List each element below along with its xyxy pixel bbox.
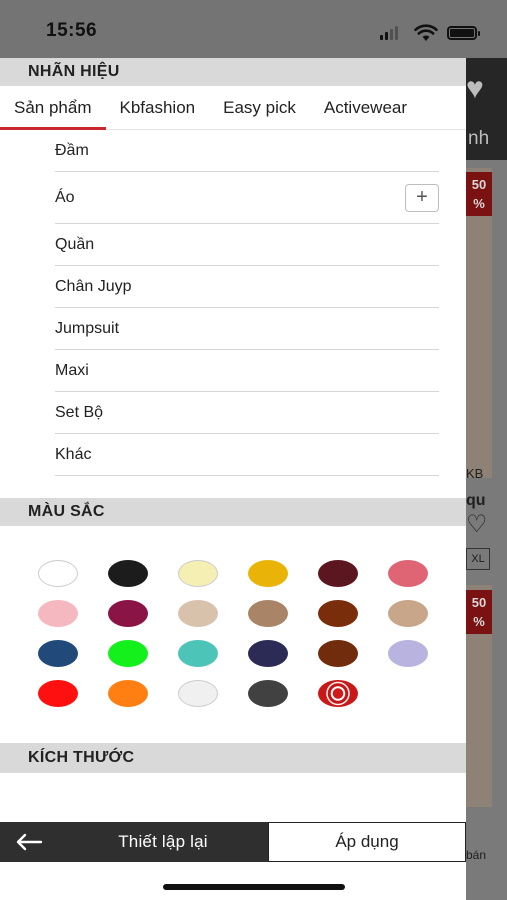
background-product-title: qu bbox=[466, 492, 486, 509]
reset-button[interactable]: Thiết lập lại bbox=[58, 822, 268, 862]
category-item-dam[interactable]: Đầm bbox=[55, 130, 439, 172]
discount-badge-unit: % bbox=[473, 196, 485, 211]
brand-section-header: NHÃN HIỆU bbox=[0, 58, 466, 86]
category-label: Jumpsuit bbox=[55, 319, 120, 337]
category-label: Maxi bbox=[55, 361, 89, 379]
color-section-header: MÀU SẮC bbox=[0, 498, 466, 526]
discount-badge-value: 50 bbox=[471, 177, 487, 192]
background-footer-text: bán bbox=[466, 848, 487, 862]
category-label: Khác bbox=[55, 445, 92, 463]
color-swatch[interactable] bbox=[248, 680, 288, 707]
color-swatch[interactable] bbox=[248, 640, 288, 667]
color-swatch[interactable] bbox=[38, 680, 78, 707]
tab-san-pham[interactable]: Sản phẩm bbox=[0, 86, 106, 130]
discount-badge-value: 50 bbox=[471, 595, 487, 610]
category-label: Chân Juyp bbox=[55, 277, 132, 295]
category-item-chan-juyp[interactable]: Chân Juyp bbox=[55, 266, 439, 308]
color-swatch[interactable] bbox=[108, 600, 148, 627]
color-swatch[interactable] bbox=[388, 600, 428, 627]
color-swatch[interactable] bbox=[178, 680, 218, 707]
battery-icon bbox=[447, 26, 480, 40]
expand-plus-icon[interactable]: + bbox=[405, 183, 439, 212]
discount-badge: 50 % bbox=[466, 590, 492, 634]
category-label: Áo bbox=[55, 188, 75, 206]
color-swatch[interactable] bbox=[318, 680, 358, 707]
background-product-brand: KB bbox=[466, 466, 484, 481]
color-swatch[interactable] bbox=[178, 640, 218, 667]
apply-button[interactable]: Áp dụng bbox=[268, 822, 466, 862]
background-size-tag: XL bbox=[466, 548, 490, 570]
category-item-set-bo[interactable]: Set Bộ bbox=[55, 392, 439, 434]
category-item-khac[interactable]: Khác bbox=[55, 434, 439, 476]
tab-activewear[interactable]: Activewear bbox=[310, 86, 421, 129]
filter-action-bar: Thiết lập lại Áp dụng bbox=[0, 822, 466, 862]
color-swatch[interactable] bbox=[38, 640, 78, 667]
status-time: 15:56 bbox=[46, 20, 98, 41]
wifi-icon bbox=[414, 24, 438, 41]
category-item-ao[interactable]: Áo + bbox=[55, 172, 439, 224]
heart-outline-icon: ♡ bbox=[466, 511, 488, 538]
category-label: Quần bbox=[55, 235, 95, 253]
color-swatch[interactable] bbox=[388, 560, 428, 587]
color-swatch[interactable] bbox=[108, 680, 148, 707]
category-item-jumpsuit[interactable]: Jumpsuit bbox=[55, 308, 439, 350]
category-label: Đầm bbox=[55, 141, 89, 159]
category-label: Set Bộ bbox=[55, 403, 104, 421]
color-swatch-grid bbox=[0, 526, 466, 707]
color-swatch[interactable] bbox=[108, 640, 148, 667]
filter-panel: NHÃN HIỆU Sản phẩm Kbfashion Easy pick A… bbox=[0, 58, 466, 900]
background-header-text: nh bbox=[468, 128, 490, 149]
arrow-left-icon bbox=[16, 833, 43, 851]
category-list: Đầm Áo + Quần Chân Juyp Jumpsuit Maxi Se… bbox=[0, 130, 466, 476]
category-item-quan[interactable]: Quần bbox=[55, 224, 439, 266]
brand-tabs: Sản phẩm Kbfashion Easy pick Activewear bbox=[0, 86, 466, 130]
category-item-maxi[interactable]: Maxi bbox=[55, 350, 439, 392]
color-swatch[interactable] bbox=[318, 560, 358, 587]
discount-badge: 50 % bbox=[466, 172, 492, 216]
status-bar: 15:56 bbox=[0, 0, 507, 58]
home-indicator bbox=[163, 884, 345, 890]
color-swatch[interactable] bbox=[178, 560, 218, 587]
tab-easy-pick[interactable]: Easy pick bbox=[209, 86, 310, 129]
cellular-signal-icon bbox=[380, 26, 398, 40]
color-swatch[interactable] bbox=[38, 560, 78, 587]
color-swatch[interactable] bbox=[108, 560, 148, 587]
color-swatch[interactable] bbox=[318, 640, 358, 667]
size-section-header: KÍCH THƯỚC bbox=[0, 743, 466, 773]
wishlist-heart-icon: ♥ bbox=[466, 72, 484, 105]
color-swatch[interactable] bbox=[388, 640, 428, 667]
back-button[interactable] bbox=[0, 822, 58, 862]
color-swatch[interactable] bbox=[248, 560, 288, 587]
color-swatch[interactable] bbox=[248, 600, 288, 627]
color-swatch[interactable] bbox=[318, 600, 358, 627]
color-swatch[interactable] bbox=[38, 600, 78, 627]
color-swatch[interactable] bbox=[178, 600, 218, 627]
tab-kbfashion[interactable]: Kbfashion bbox=[106, 86, 210, 129]
discount-badge-unit: % bbox=[473, 614, 485, 629]
